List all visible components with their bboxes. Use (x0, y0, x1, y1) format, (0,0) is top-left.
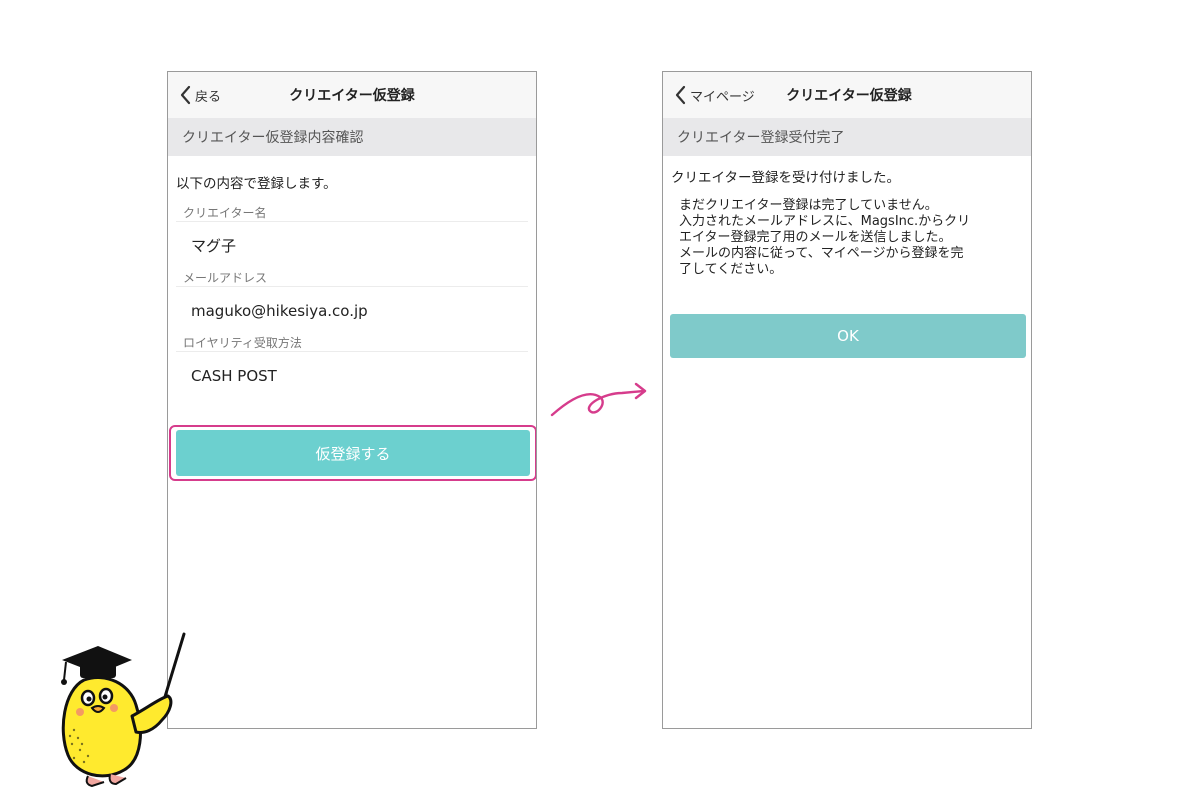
creator-name-label: クリエイター名 (183, 206, 267, 220)
chevron-left-icon (675, 85, 686, 105)
confirm-screen: 戻る クリエイター仮登録 クリエイター仮登録内容確認 以下の内容で登録します。 … (167, 71, 537, 729)
royalty-method-label: ロイヤリティ受取方法 (183, 336, 302, 350)
nav-bar: マイページ クリエイター仮登録 (663, 72, 1031, 118)
accepted-message: クリエイター登録を受け付けました。 (671, 170, 900, 186)
page-title: クリエイター仮登録 (786, 88, 912, 104)
detail-line: メールの内容に従って、マイページから登録を完 (679, 246, 964, 261)
page-title: クリエイター仮登録 (289, 88, 415, 104)
back-label: 戻る (195, 89, 222, 105)
graduation-chick-mascot (61, 632, 186, 788)
chevron-left-icon (180, 85, 191, 105)
completion-screen: マイページ クリエイター仮登録 クリエイター登録受付完了 クリエイター登録を受け… (662, 71, 1032, 729)
back-button[interactable]: 戻る (178, 72, 221, 118)
curly-arrow-icon (550, 382, 647, 417)
section-header: クリエイター登録受付完了 (663, 118, 1031, 156)
detail-line: 入力されたメールアドレスに、MagsInc.からクリ (679, 214, 971, 229)
nav-bar: 戻る クリエイター仮登録 (168, 72, 536, 118)
creator-name-value: マグ子 (176, 221, 528, 269)
submit-button-highlight: 仮登録する (169, 425, 536, 481)
ok-button[interactable]: OK (670, 314, 1026, 358)
back-label: マイページ (690, 89, 755, 105)
back-button[interactable]: マイページ (673, 72, 755, 118)
section-header: クリエイター仮登録内容確認 (168, 118, 536, 156)
detail-line: エイター登録完了用のメールを送信しました。 (679, 230, 952, 245)
provisional-register-button[interactable]: 仮登録する (176, 430, 530, 476)
detail-line: まだクリエイター登録は完了していません。 (679, 198, 938, 213)
detail-line: 了してください。 (679, 262, 783, 277)
email-value: maguko@hikesiya.co.jp (176, 286, 528, 334)
detail-message: まだクリエイター登録は完了していません。 入力されたメールアドレスに、MagsI… (663, 194, 1031, 278)
email-label: メールアドレス (183, 271, 268, 285)
royalty-method-value: CASH POST (176, 351, 528, 399)
intro-text: 以下の内容で登録します。 (176, 176, 337, 192)
